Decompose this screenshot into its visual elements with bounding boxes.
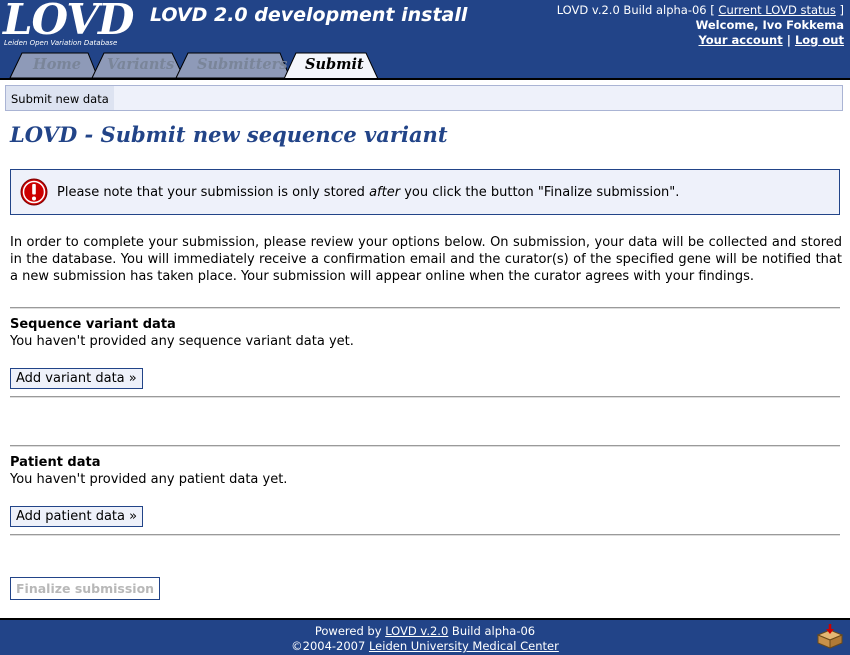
finalize-submission-button[interactable]: Finalize submission [10,577,161,600]
copyright-text: ©2004-2007 [291,639,369,653]
notice-text-after: you click the button "Finalize submissio… [400,185,680,200]
lumc-link[interactable]: Leiden University Medical Center [369,639,559,653]
notice-text: Please note that your submission is only… [57,185,679,200]
powered-by-text: Powered by [314,624,386,638]
divider [10,445,840,447]
error-exclamation-icon [20,178,48,206]
add-variant-data-button[interactable]: Add variant data » [10,368,143,389]
divider [10,396,840,398]
notice-emphasis: after [369,185,401,200]
divider [10,307,840,309]
copyright-line: ©2004-2007 Leiden University Medical Cen… [0,639,850,653]
patient-data-status: You haven't provided any patient data ye… [10,472,288,487]
powered-by-line: Powered by LOVD v.2.0 Build alpha-06 [0,624,850,638]
breadcrumb: Submit new data [5,85,843,111]
tab-submitters[interactable]: Submitters [197,56,287,73]
sequence-variant-status: You haven't provided any sequence varian… [10,334,354,349]
tab-variants[interactable]: Variants [107,56,174,73]
site-header: LOVD Leiden Open Variation Database LOVD… [0,0,850,80]
notice-text-before: Please note that your submission is only… [57,185,370,200]
build-text: Build alpha-06 [448,624,536,638]
tab-submit[interactable]: Submit [305,56,364,73]
breadcrumb-submit-new-data[interactable]: Submit new data [6,86,114,110]
package-icon[interactable] [815,623,845,649]
lovd-version-link[interactable]: LOVD v.2.0 [385,624,448,638]
tab-underline [0,78,850,80]
intro-paragraph: In order to complete your submission, pl… [10,235,842,284]
patient-data-heading: Patient data [10,455,101,470]
divider [10,534,840,536]
notice-box: Please note that your submission is only… [10,169,840,215]
page-title: LOVD - Submit new sequence variant [10,122,448,147]
sequence-variant-heading: Sequence variant data [10,317,176,332]
tab-home[interactable]: Home [33,56,81,73]
add-patient-data-button[interactable]: Add patient data » [10,506,144,527]
site-footer: Powered by LOVD v.2.0 Build alpha-06 ©20… [0,618,850,655]
